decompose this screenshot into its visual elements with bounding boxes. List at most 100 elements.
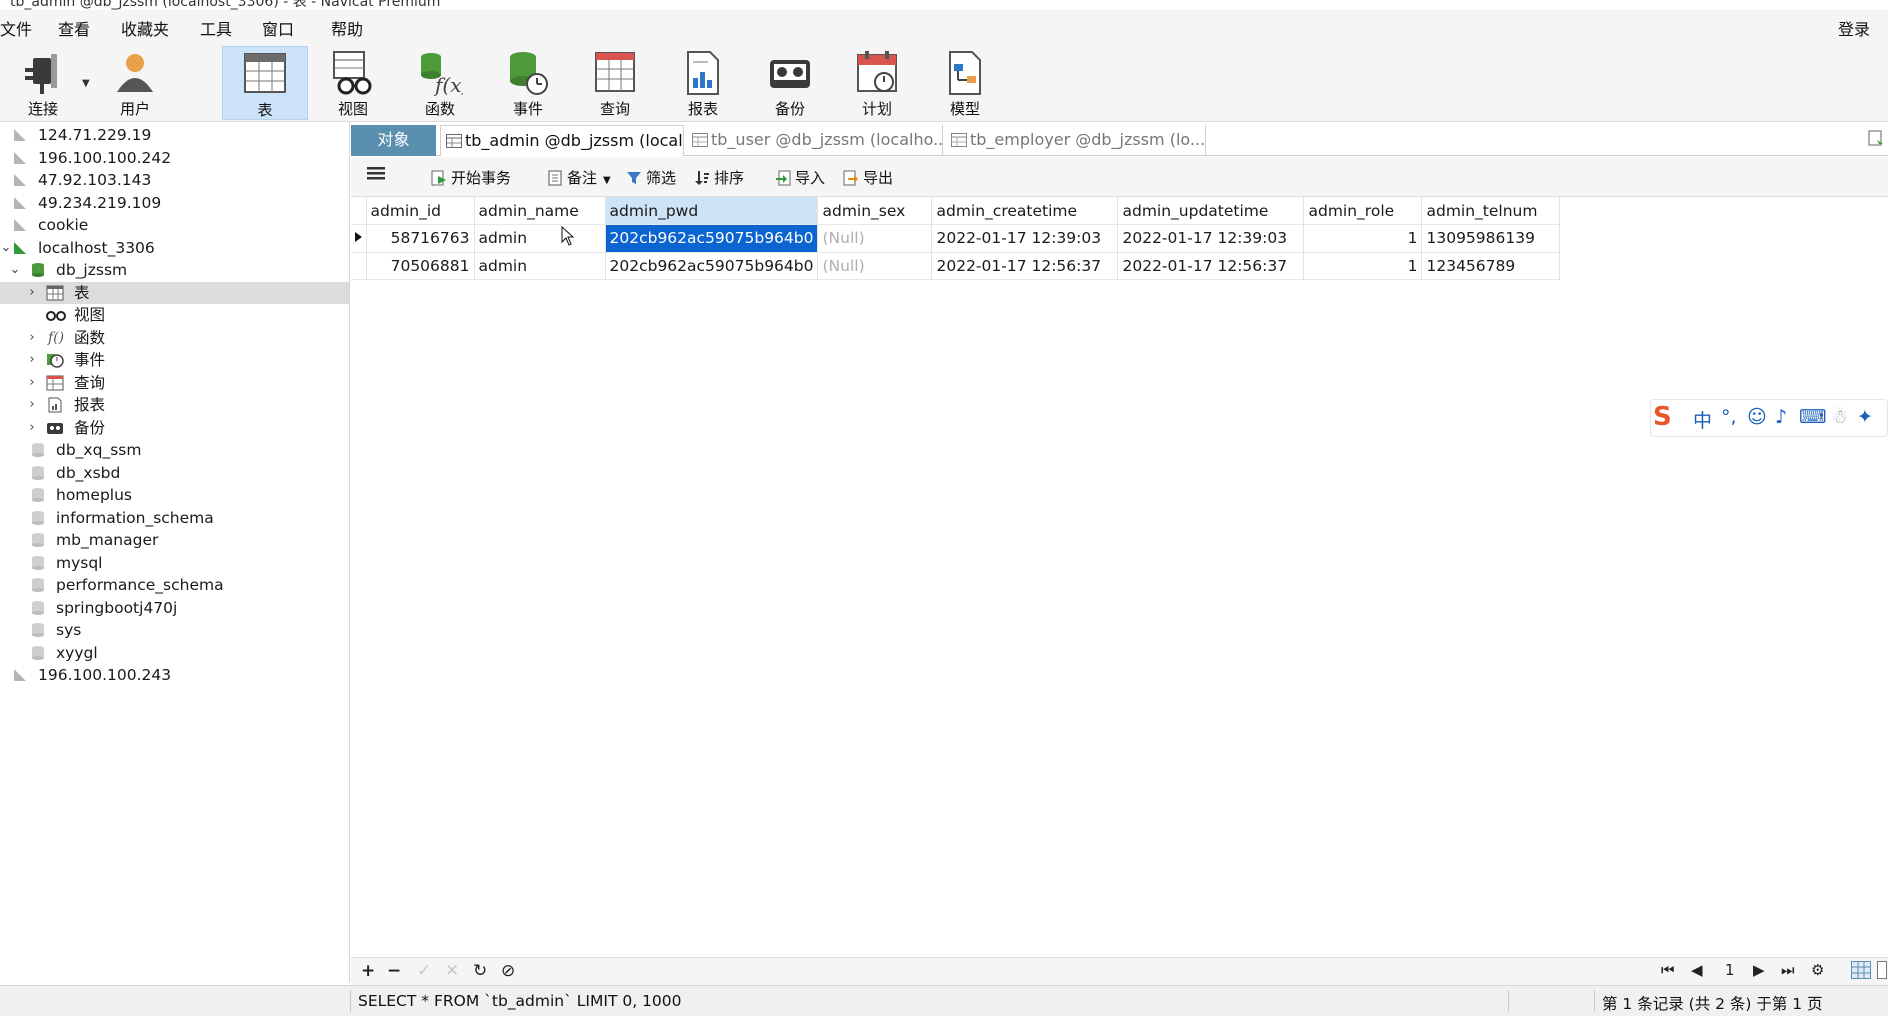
tree-item-events[interactable]: › 事件 [0,349,349,371]
row-header[interactable] [351,252,367,280]
chevron-right-icon[interactable]: › [26,394,38,416]
database-item[interactable]: performance_schema [0,574,349,596]
database-item[interactable]: springbootj470j [0,597,349,619]
last-page-icon[interactable]: ⏭ [1781,961,1795,979]
connection-item[interactable]: cookie [0,214,349,236]
database-item[interactable]: mysql [0,552,349,574]
tab-objects[interactable]: 对象 [351,125,436,156]
column-header[interactable]: admin_name [474,197,606,225]
schedule-tool-button[interactable]: 计划 [834,46,920,120]
column-header[interactable]: admin_createtime [931,197,1119,225]
table-cell[interactable]: 58716763 [366,224,475,253]
table-cell[interactable]: 2022-01-17 12:39:03 [1117,224,1305,253]
connect-button[interactable]: 连接 [0,46,86,120]
export-button[interactable]: 导出 [843,167,893,188]
grid-view-icon[interactable] [1851,961,1871,984]
database-item[interactable]: sys [0,619,349,641]
stop-icon[interactable]: ⊘ [501,961,515,981]
table-cell[interactable]: 123456789 [1421,252,1561,280]
chevron-down-icon[interactable]: ⌄ [9,259,21,281]
database-item[interactable]: information_schema [0,507,349,529]
page-number[interactable]: 1 [1725,961,1735,979]
table-cell[interactable]: 1 [1303,252,1423,280]
table-row[interactable]: 58716763 admin 202cb962ac59075b964b0 (Nu… [351,224,1561,253]
table-cell[interactable]: 2022-01-17 12:56:37 [931,252,1119,280]
tree-item-tables[interactable]: › 表 [0,281,349,304]
chevron-right-icon[interactable]: › [26,327,38,349]
menu-favorites[interactable]: 收藏夹 [121,16,169,40]
database-item-active[interactable]: ⌄ db_jzssm [0,259,349,281]
first-page-icon[interactable]: ⏮ [1661,961,1675,979]
tree-item-views[interactable]: 视图 [0,304,349,326]
connect-dropdown-icon[interactable]: ▼ [82,78,90,89]
database-item[interactable]: mb_manager [0,529,349,551]
function-tool-button[interactable]: f(x) 函数 [397,46,483,120]
ime-toolbar[interactable]: S 中 °, ☺ ♪ ⌨ ☃ ✦ [1650,399,1888,437]
tree-item-queries[interactable]: › 查询 [0,372,349,394]
table-cell[interactable]: admin [474,224,606,253]
menu-file[interactable]: 文件 [0,16,32,40]
database-item[interactable]: homeplus [0,484,349,506]
ime-punctuation-icon[interactable]: °, [1721,406,1737,428]
form-view-icon[interactable] [1877,961,1887,984]
column-header[interactable]: admin_id [366,197,475,225]
column-header[interactable]: admin_updatetime [1117,197,1305,225]
event-tool-button[interactable]: 事件 [485,46,571,120]
memo-dropdown-icon[interactable]: ▼ [603,175,611,186]
tab-tb-employer[interactable]: tb_employer @db_jzssm (lo... [946,125,1206,156]
import-button[interactable]: 导入 [775,167,825,188]
ime-skin-icon[interactable]: ✦ [1857,406,1873,428]
column-header[interactable]: admin_sex [817,197,933,225]
refresh-icon[interactable]: ↻ [473,961,487,981]
delete-record-icon[interactable]: − [387,961,401,981]
menu-icon[interactable] [367,165,385,185]
apply-changes-icon[interactable]: ✓ [417,961,431,981]
chevron-right-icon[interactable]: › [26,372,38,394]
ime-language-toggle[interactable]: 中 [1693,406,1712,433]
table-cell[interactable]: 70506881 [366,252,475,280]
column-header[interactable]: admin_role [1303,197,1423,225]
tree-item-backups[interactable]: › 备份 [0,417,349,439]
view-tool-button[interactable]: 视图 [310,46,396,120]
chevron-right-icon[interactable]: › [26,417,38,439]
column-header[interactable]: admin_pwd [605,197,819,225]
tab-tb-admin[interactable]: tb_admin @db_jzssm (local... [440,125,684,156]
discard-changes-icon[interactable]: ✕ [445,961,459,981]
table-cell[interactable]: 1 [1303,224,1423,253]
connection-item[interactable]: 49.234.219.109 [0,192,349,214]
ime-keyboard-icon[interactable]: ⌨ [1799,406,1826,428]
database-item[interactable]: db_xsbd [0,462,349,484]
menu-window[interactable]: 窗口 [262,16,294,40]
table-row[interactable]: 70506881 admin 202cb962ac59075b964b0 (Nu… [351,252,1561,280]
table-cell[interactable]: 202cb962ac59075b964b0 [605,252,819,280]
current-row-indicator-icon[interactable] [351,224,367,253]
filter-button[interactable]: 筛选 [626,167,676,188]
menu-view[interactable]: 查看 [58,16,90,40]
table-cell[interactable]: 2022-01-17 12:56:37 [1117,252,1305,280]
ime-user-icon[interactable]: ☃ [1831,406,1848,428]
user-button[interactable]: 用户 [92,46,178,120]
database-item[interactable]: xyygl [0,642,349,664]
query-tool-button[interactable]: 查询 [572,46,658,120]
sort-button[interactable]: 排序 [694,167,744,188]
report-tool-button[interactable]: 报表 [660,46,746,120]
ime-emoji-icon[interactable]: ☺ [1747,406,1767,428]
add-record-icon[interactable]: + [361,961,375,981]
tree-item-functions[interactable]: › f() 函数 [0,327,349,349]
menu-tools[interactable]: 工具 [200,16,232,40]
tab-menu-icon[interactable] [1868,130,1884,148]
backup-tool-button[interactable]: 备份 [747,46,833,120]
connection-item[interactable]: 196.100.100.242 [0,147,349,169]
ime-voice-icon[interactable]: ♪ [1775,406,1787,428]
column-header[interactable]: admin_telnum [1421,197,1561,225]
chevron-right-icon[interactable]: › [26,349,38,371]
table-cell[interactable]: admin [474,252,606,280]
table-cell-selected[interactable]: 202cb962ac59075b964b0 [605,224,819,253]
chevron-right-icon[interactable]: › [26,282,38,304]
prev-page-icon[interactable]: ◀ [1691,961,1703,979]
tree-item-reports[interactable]: › 报表 [0,394,349,416]
next-page-icon[interactable]: ▶ [1753,961,1765,979]
connection-item-active[interactable]: ⌄ localhost_3306 [0,237,349,259]
connection-item[interactable]: 196.100.100.243 [0,664,349,686]
connection-item[interactable]: 47.92.103.143 [0,169,349,191]
